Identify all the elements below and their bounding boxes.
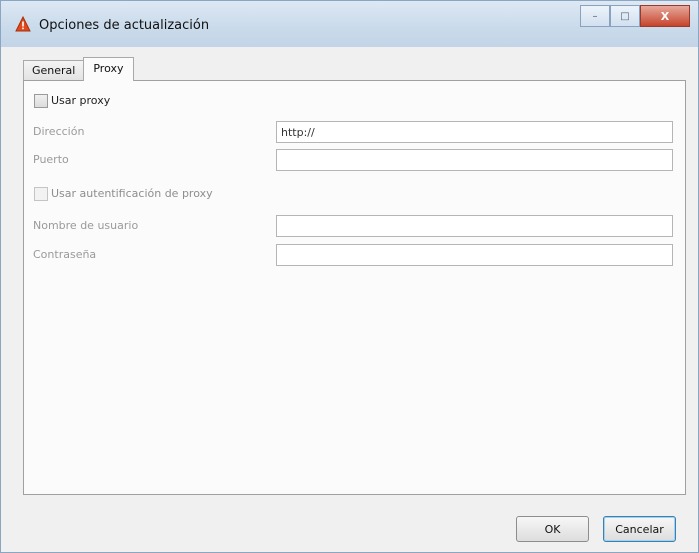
ok-button[interactable]: OK xyxy=(516,516,589,542)
use-proxy-checkbox[interactable] xyxy=(34,94,48,108)
username-input[interactable] xyxy=(276,215,673,237)
address-input[interactable] xyxy=(276,121,673,143)
minimize-button[interactable]: – xyxy=(580,5,610,27)
title-bar[interactable]: Opciones de actualización – □ X xyxy=(1,1,698,47)
tab-general[interactable]: General xyxy=(23,60,85,81)
close-button[interactable]: X xyxy=(640,5,690,27)
port-label: Puerto xyxy=(33,153,69,166)
button-bar: OK Cancelar xyxy=(1,499,698,552)
tab-strip: General Proxy xyxy=(23,57,134,81)
tab-proxy[interactable]: Proxy xyxy=(83,57,134,81)
username-label: Nombre de usuario xyxy=(33,219,139,232)
window-controls: – □ X xyxy=(580,5,690,27)
use-auth-checkbox[interactable] xyxy=(34,187,48,201)
warning-triangle-icon xyxy=(15,15,31,32)
password-label: Contraseña xyxy=(33,248,97,261)
proxy-panel: Usar proxy Dirección Puerto Usar autenti… xyxy=(23,80,686,495)
dialog-window: Opciones de actualización – □ X General … xyxy=(0,0,699,553)
use-auth-label[interactable]: Usar autentificación de proxy xyxy=(51,187,213,200)
password-input[interactable] xyxy=(276,244,673,266)
port-input[interactable] xyxy=(276,149,673,171)
window-title: Opciones de actualización xyxy=(39,18,210,33)
dialog-content: General Proxy Usar proxy Dirección Puert… xyxy=(9,47,690,499)
use-proxy-label[interactable]: Usar proxy xyxy=(51,94,110,107)
cancel-button[interactable]: Cancelar xyxy=(603,516,676,542)
address-label: Dirección xyxy=(33,125,85,138)
maximize-button[interactable]: □ xyxy=(610,5,640,27)
